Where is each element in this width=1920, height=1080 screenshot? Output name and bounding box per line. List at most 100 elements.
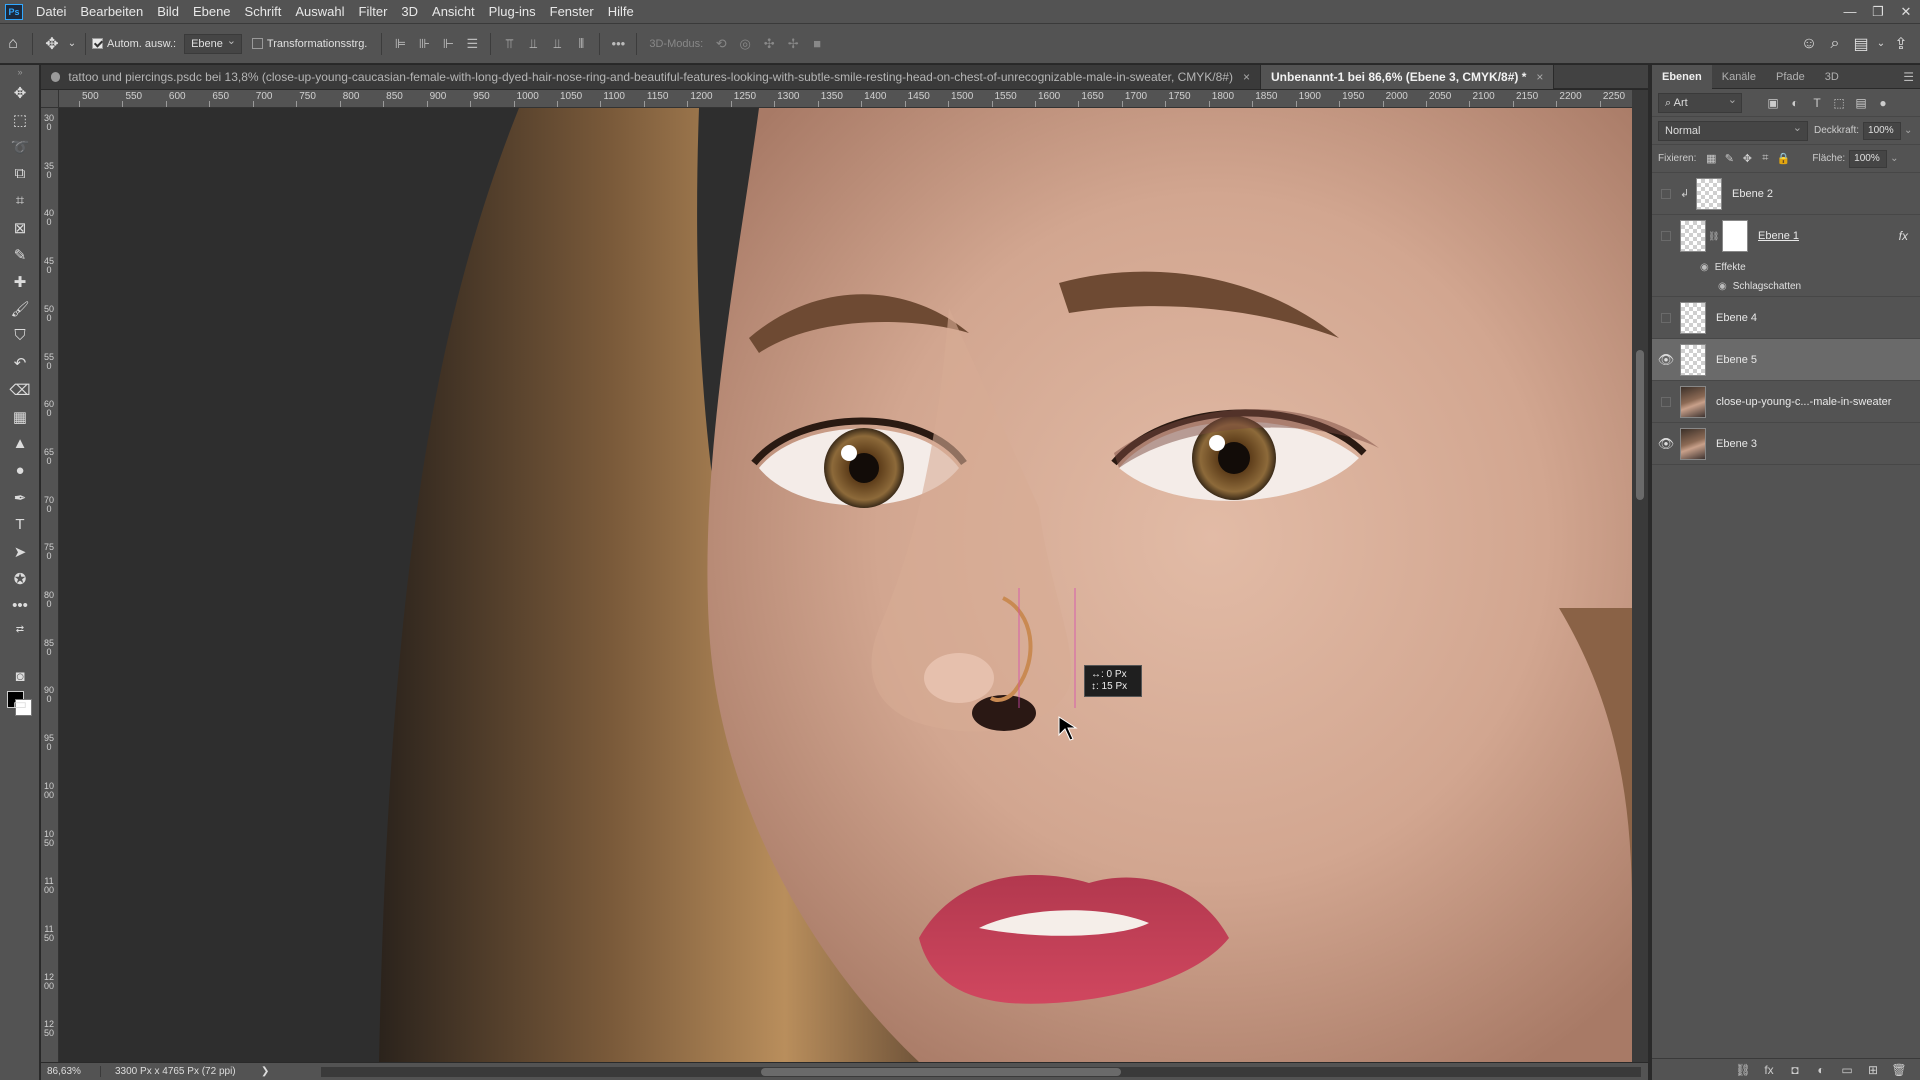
workspace-dropdown-icon[interactable]: ⌄ [1874, 31, 1888, 57]
layer-ebene-3[interactable]: 👁 Ebene 3 [1652, 423, 1920, 465]
menu-hilfe[interactable]: Hilfe [601, 0, 641, 24]
visibility-toggle[interactable]: 👁 [1652, 423, 1680, 465]
align-left-icon[interactable]: ⊫ [388, 33, 412, 55]
add-layer-style-icon[interactable]: fx [1756, 1063, 1782, 1077]
menu-bearbeiten[interactable]: Bearbeiten [73, 0, 150, 24]
blend-mode-select[interactable]: Normal [1658, 119, 1808, 141]
clone-stamp-tool-icon[interactable]: ⛉ [0, 322, 40, 349]
visibility-toggle[interactable] [1652, 297, 1680, 339]
auto-select-checkbox[interactable]: Autom. ausw.: [92, 38, 176, 50]
delete-layer-icon[interactable]: 🗑 [1886, 1063, 1912, 1077]
menu-bild[interactable]: Bild [150, 0, 186, 24]
brush-tool-icon[interactable]: 🖌 [0, 295, 40, 322]
visibility-toggle[interactable] [1652, 215, 1680, 257]
eye-icon[interactable]: ◉ [1718, 281, 1727, 292]
align-bottom-icon[interactable]: ⫫ [545, 33, 569, 55]
menu-schrift[interactable]: Schrift [238, 0, 289, 24]
lock-transparency-icon[interactable]: ▦ [1702, 152, 1720, 165]
fill-dropdown-icon[interactable]: ⌄ [1890, 153, 1898, 164]
auto-select-target-select[interactable]: Ebene [184, 32, 242, 54]
move-tool-icon[interactable]: ✥ [39, 31, 65, 57]
fill-input[interactable]: 100% [1849, 149, 1888, 168]
opacity-dropdown-icon[interactable]: ⌄ [1904, 125, 1912, 136]
menu-fenster[interactable]: Fenster [543, 0, 601, 24]
align-right-icon[interactable]: ⊩ [436, 33, 460, 55]
filter-pixel-icon[interactable]: ▣ [1762, 96, 1784, 110]
add-mask-icon[interactable]: ◘ [1782, 1063, 1808, 1077]
align-top-icon[interactable]: ⫪ [497, 33, 521, 55]
visibility-toggle[interactable] [1652, 381, 1680, 423]
align-center-h-icon[interactable]: ⊪ [412, 33, 436, 55]
eyedropper-tool-icon[interactable]: ✎ [0, 241, 40, 268]
pan-3d-icon[interactable]: ✣ [757, 33, 781, 55]
menu-plugins[interactable]: Plug-ins [482, 0, 543, 24]
restore-icon[interactable]: ❐ [1864, 0, 1892, 24]
tab-3d[interactable]: 3D [1815, 65, 1849, 89]
layer-effects-group[interactable]: ◉ Effekte [1652, 257, 1920, 277]
layer-ebene-5[interactable]: 👁 Ebene 5 [1652, 339, 1920, 381]
distribute-h-icon[interactable]: ☰ [460, 33, 484, 55]
menu-ansicht[interactable]: Ansicht [425, 0, 482, 24]
vertical-scrollbar[interactable] [1632, 90, 1648, 1062]
layer-ebene-1[interactable]: ⛓ Ebene 1 fx [1652, 215, 1920, 257]
align-middle-v-icon[interactable]: ⫫ [521, 33, 545, 55]
marquee-tool-icon[interactable]: ⬚ [0, 106, 40, 133]
filter-type-icon[interactable]: T [1806, 96, 1828, 110]
swap-colors-icon[interactable]: ⇄ [0, 619, 40, 639]
lock-artboard-icon[interactable]: ⌗ [1756, 152, 1774, 165]
tab-ebenen[interactable]: Ebenen [1652, 64, 1712, 89]
slide-3d-icon[interactable]: ✢ [781, 33, 805, 55]
new-group-icon[interactable]: ▭ [1834, 1063, 1860, 1077]
menu-datei[interactable]: Datei [29, 0, 73, 24]
scale-3d-icon[interactable]: ■ [805, 33, 829, 55]
blur-tool-icon[interactable]: ▲ [0, 430, 40, 457]
horizontal-ruler[interactable]: 500 550 600 650 700 750 800 850 900 950 1000 1050 11… [59, 90, 1632, 108]
tab-kanaele[interactable]: Kanäle [1712, 65, 1766, 89]
share-people-icon[interactable]: ☺ [1796, 31, 1822, 57]
layer-ebene-4[interactable]: Ebene 4 [1652, 297, 1920, 339]
layer-filter-kind-select[interactable]: ⌕ Art [1658, 91, 1742, 113]
distribute-v-icon[interactable]: ⦀ [569, 33, 593, 55]
quick-mask-icon[interactable]: ◙ [0, 663, 40, 690]
menu-3d[interactable]: 3D [394, 0, 425, 24]
transform-controls-checkbox[interactable]: Transformationsstrg. [251, 38, 367, 50]
eye-icon[interactable]: ◉ [1700, 262, 1709, 273]
orbit-3d-icon[interactable]: ⟲ [709, 33, 733, 55]
share-export-icon[interactable]: ⇪ [1888, 31, 1914, 57]
layer-ebene-2[interactable]: ↲ Ebene 2 [1652, 173, 1920, 215]
minimize-icon[interactable]: — [1836, 0, 1864, 24]
document-canvas[interactable]: ↔: 0 Px ↕: 15 Px [59, 108, 1632, 1062]
lock-pixels-icon[interactable]: ✎ [1720, 152, 1738, 165]
ruler-origin[interactable] [41, 90, 59, 108]
status-menu-arrow-icon[interactable]: ❯ [261, 1066, 269, 1077]
visibility-toggle[interactable]: 👁 [1652, 339, 1680, 381]
layer-fx-icon[interactable]: fx [1899, 229, 1908, 243]
object-select-tool-icon[interactable]: ⧉ [0, 160, 40, 187]
tab-pfade[interactable]: Pfade [1766, 65, 1815, 89]
layer-mask-thumbnail[interactable] [1722, 220, 1748, 252]
menu-auswahl[interactable]: Auswahl [288, 0, 351, 24]
close-tab-icon[interactable]: × [1536, 70, 1543, 84]
lasso-tool-icon[interactable]: ➰ [0, 133, 40, 160]
menu-filter[interactable]: Filter [352, 0, 395, 24]
new-adjustment-layer-icon[interactable]: ◐ [1808, 1063, 1834, 1077]
vertical-scroll-thumb[interactable] [1636, 350, 1644, 500]
close-tab-icon[interactable]: × [1243, 70, 1250, 84]
more-options-icon[interactable]: ••• [606, 33, 630, 55]
close-window-icon[interactable]: ✕ [1892, 0, 1920, 24]
collapse-toolbar-icon[interactable]: » [0, 65, 40, 79]
roll-3d-icon[interactable]: ◎ [733, 33, 757, 55]
menu-ebene[interactable]: Ebene [186, 0, 238, 24]
eraser-tool-icon[interactable]: ⌫ [0, 376, 40, 403]
opacity-input[interactable]: 100% [1863, 121, 1902, 140]
tab-document-1[interactable]: tattoo und piercings.psdc bei 13,8% (clo… [41, 65, 1261, 89]
dodge-tool-icon[interactable]: ● [0, 457, 40, 484]
effect-drop-shadow[interactable]: ◉ Schlagschatten [1652, 277, 1920, 297]
workspace-icon[interactable]: ▤ [1848, 31, 1874, 57]
history-brush-tool-icon[interactable]: ↶ [0, 349, 40, 376]
healing-brush-tool-icon[interactable]: ✚ [0, 268, 40, 295]
path-select-tool-icon[interactable]: ➤ [0, 538, 40, 565]
crop-tool-icon[interactable]: ⌗ [0, 187, 40, 214]
tool-preset-dropdown-icon[interactable]: ⌄ [65, 31, 79, 57]
home-icon[interactable]: ⌂ [0, 31, 26, 57]
